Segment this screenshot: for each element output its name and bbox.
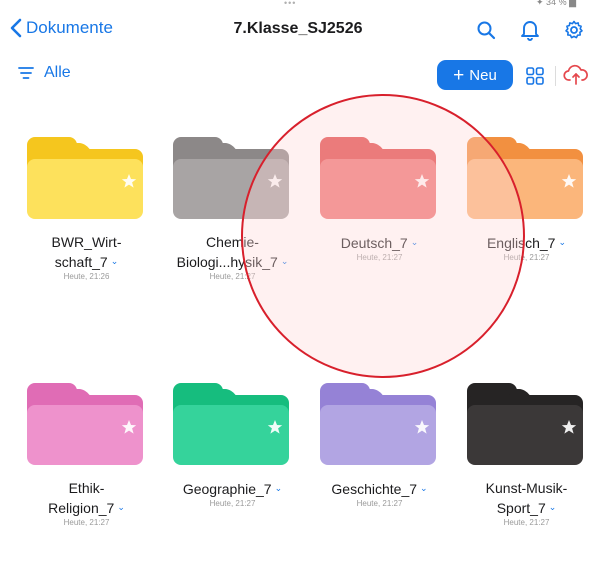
folder-name: Kunst-Musik- Sport_7 ⌄ <box>440 479 596 518</box>
folder-date: Heute, 21:27 <box>503 518 550 527</box>
folder-name-line: BWR_Wirt- <box>51 234 122 250</box>
folder-icon <box>467 383 583 465</box>
folder-icon <box>27 137 143 219</box>
folder-name-line: Deutsch_7 <box>340 235 408 251</box>
chevron-down-icon[interactable]: ⌄ <box>549 502 557 512</box>
star-icon[interactable] <box>561 419 577 435</box>
folder-date: Heute, 21:27 <box>503 253 550 262</box>
star-icon[interactable] <box>414 173 430 189</box>
star-icon[interactable] <box>267 173 283 189</box>
folder-name: Englisch_7 ⌄ <box>440 233 596 253</box>
chevron-down-icon[interactable]: ⌄ <box>420 483 428 493</box>
star-icon[interactable] <box>561 173 577 189</box>
folder-icon <box>27 383 143 465</box>
folder-icon <box>320 137 436 219</box>
chevron-down-icon[interactable]: ⌄ <box>281 256 289 266</box>
chevron-down-icon[interactable]: ⌄ <box>275 483 283 493</box>
folder-date: Heute, 21:27 <box>209 272 256 281</box>
folder-date: Heute, 21:27 <box>63 518 110 527</box>
chevron-down-icon[interactable]: ⌄ <box>558 237 566 247</box>
folder-name-line: Ethik- <box>68 480 105 496</box>
folder-name-line: Geschichte_7 <box>331 481 418 497</box>
folder-icon <box>467 137 583 219</box>
star-icon[interactable] <box>267 419 283 435</box>
folder-icon <box>320 383 436 465</box>
folder-grid: BWR_Wirt-schaft_7 ⌄ Heute, 21:26 Chemie- Bio… <box>0 0 596 586</box>
chevron-down-icon[interactable]: ⌄ <box>117 502 125 512</box>
folder-name-line: Chemie- <box>206 234 259 250</box>
folder-icon <box>173 137 289 219</box>
star-icon[interactable] <box>121 173 137 189</box>
chevron-down-icon[interactable]: ⌄ <box>411 237 419 247</box>
folder-name-line: Kunst-Musik- <box>485 480 568 496</box>
folder-name-line: Englisch_7 <box>486 235 556 251</box>
folder-name-line: Geographie_7 <box>182 481 272 497</box>
star-icon[interactable] <box>121 419 137 435</box>
folder-icon <box>173 383 289 465</box>
folder-name-line: Sport_7 <box>496 500 546 516</box>
chevron-down-icon[interactable]: ⌄ <box>111 256 119 266</box>
folder-name-line: Biologi...hysik_7 <box>176 254 278 270</box>
star-icon[interactable] <box>414 419 430 435</box>
folder-name-line: schaft_7 <box>54 254 108 270</box>
folder-name-line: Religion_7 <box>48 500 115 516</box>
